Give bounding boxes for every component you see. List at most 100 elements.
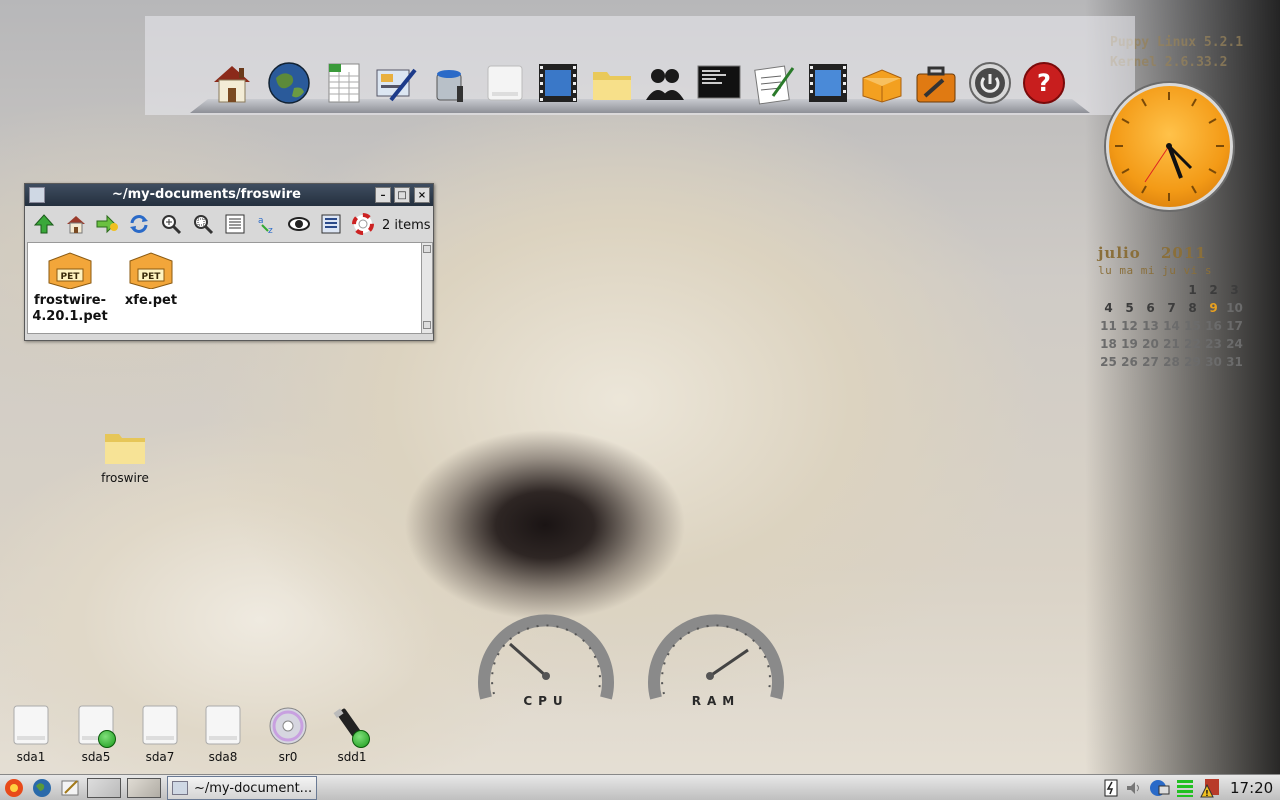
toolbox-icon[interactable] — [913, 60, 959, 106]
system-info: Puppy Linux 5.2.1 Kernel 2.6.33.2 — [1110, 33, 1280, 73]
window-title: ~/my-documents/froswire — [112, 187, 302, 202]
paint-icon[interactable] — [427, 60, 473, 106]
clock-face — [1115, 92, 1224, 201]
calendar-day: 28 — [1163, 355, 1180, 369]
help-icon[interactable]: ? — [1021, 60, 1067, 106]
home-icon[interactable] — [63, 211, 89, 237]
edit-icon[interactable] — [58, 777, 82, 799]
browser-globe-icon[interactable] — [266, 60, 312, 106]
go-icon[interactable] — [94, 211, 120, 237]
calendar-day: 5 — [1125, 301, 1134, 315]
desktop-folder-froswire[interactable]: froswire — [96, 428, 154, 485]
taskbar-window-label: ~/my-document... — [194, 780, 313, 796]
file-item[interactable]: PET frostwire- 4.20.1.pet — [25, 249, 115, 325]
mounted-indicator-icon — [352, 730, 370, 748]
eye-icon[interactable] — [286, 211, 312, 237]
help-lifebuoy-icon[interactable] — [350, 211, 376, 237]
memory-bars-icon[interactable] — [1174, 777, 1196, 799]
taskbar-window-button[interactable]: ~/my-document... — [167, 776, 317, 800]
hard-drive-icon — [13, 705, 49, 745]
draw-icon[interactable] — [373, 60, 419, 106]
package-icon[interactable] — [859, 60, 905, 106]
pet-package-icon: PET — [129, 252, 173, 290]
ram-label: RAM — [691, 694, 741, 708]
drive-sda1[interactable]: sda1 — [5, 704, 57, 764]
calendar-day: 1 — [1188, 283, 1197, 297]
window-titlebar[interactable]: ~/my-documents/froswire – □ × — [25, 184, 433, 206]
text-editor-icon[interactable] — [751, 60, 797, 106]
desktop-folder-label: froswire — [101, 471, 149, 485]
calendar-day: 14 — [1163, 319, 1180, 333]
media-player-icon[interactable] — [805, 60, 851, 106]
workspace-2-thumbnail[interactable] — [126, 777, 162, 799]
calendar-day: 12 — [1121, 319, 1138, 333]
vertical-scrollbar[interactable] — [421, 242, 433, 334]
calendar-day: 20 — [1142, 337, 1159, 351]
calendar-day: 21 — [1163, 337, 1180, 351]
spreadsheet-icon[interactable] — [321, 60, 367, 106]
app-dock: ? — [145, 16, 1135, 115]
folder-icon[interactable] — [589, 60, 635, 106]
calendar-day: 6 — [1146, 301, 1155, 315]
maximize-button[interactable]: □ — [394, 187, 410, 203]
calendar-title: julio 2011 — [1098, 244, 1243, 262]
window-menu-icon[interactable] — [29, 187, 45, 203]
network-icon[interactable] — [1148, 777, 1172, 799]
svg-text:PET: PET — [142, 272, 162, 282]
file-manager-window[interactable]: ~/my-documents/froswire – □ × az 2 items… — [24, 183, 434, 341]
drive-sda5[interactable]: sda5 — [70, 704, 122, 764]
ram-gauge: RAM — [646, 606, 786, 708]
drive-label: sda5 — [81, 750, 111, 764]
zoom-fit-icon[interactable] — [190, 211, 216, 237]
calendar-day: 19 — [1121, 337, 1138, 351]
list-view-icon[interactable] — [222, 211, 248, 237]
file-item[interactable]: PET xfe.pet — [106, 249, 196, 309]
hard-drive-icon — [142, 705, 178, 745]
drive-icon[interactable] — [482, 60, 528, 106]
calendar-month: julio — [1098, 244, 1141, 262]
users-icon[interactable] — [642, 60, 688, 106]
calendar-day: 24 — [1226, 337, 1243, 351]
folder-icon — [105, 434, 145, 464]
scroll-up-arrow[interactable] — [423, 245, 431, 253]
calendar-day — [1140, 283, 1161, 301]
svg-text:z: z — [268, 226, 273, 235]
drive-sr0[interactable]: sr0 — [262, 704, 314, 764]
browser-globe-icon[interactable] — [30, 777, 54, 799]
power-icon[interactable] — [967, 60, 1013, 106]
workspace-1-thumbnail[interactable] — [86, 777, 122, 799]
hard-drive-icon — [205, 705, 241, 745]
calendar-widget: julio 2011 lu ma mi ju vi s 1 2 3 4 5 6 7 8 9 10 1… — [1098, 244, 1243, 373]
start-menu-icon[interactable] — [2, 777, 26, 799]
pet-package-icon: PET — [48, 252, 92, 290]
drive-sda8[interactable]: sda8 — [197, 704, 249, 764]
refresh-icon[interactable] — [126, 211, 152, 237]
drive-label: sda8 — [208, 750, 238, 764]
terminal-icon[interactable] — [696, 60, 742, 106]
calendar-day: 11 — [1100, 319, 1117, 333]
scroll-down-arrow[interactable] — [423, 321, 431, 329]
video-icon[interactable] — [535, 60, 581, 106]
close-button[interactable]: × — [414, 187, 430, 203]
warning-icon[interactable]: ! — [1198, 777, 1222, 799]
calendar-day: 25 — [1100, 355, 1117, 369]
up-arrow-icon[interactable] — [31, 211, 57, 237]
mounted-indicator-icon — [98, 730, 116, 748]
calendar-day: 18 — [1100, 337, 1117, 351]
calendar-day: 31 — [1226, 355, 1243, 369]
minimize-button[interactable]: – — [375, 187, 391, 203]
file-manager-toolbar: az 2 items — [27, 208, 431, 240]
home-icon[interactable] — [209, 60, 255, 106]
calendar-day: 22 — [1184, 337, 1201, 351]
zoom-in-icon[interactable] — [158, 211, 184, 237]
power-plug-icon[interactable] — [1102, 777, 1120, 799]
drive-sdd1[interactable]: sdd1 — [326, 704, 378, 764]
sort-az-icon[interactable]: az — [254, 211, 280, 237]
drive-sda7[interactable]: sda7 — [134, 704, 186, 764]
volume-icon[interactable] — [1124, 777, 1144, 799]
details-view-icon[interactable] — [318, 211, 344, 237]
file-name-line1: frostwire- — [33, 293, 107, 308]
calendar-day: 13 — [1142, 319, 1159, 333]
calendar-day: 9 — [1209, 301, 1218, 315]
file-list[interactable]: PET frostwire- 4.20.1.pet PET xfe.pet — [27, 242, 423, 334]
